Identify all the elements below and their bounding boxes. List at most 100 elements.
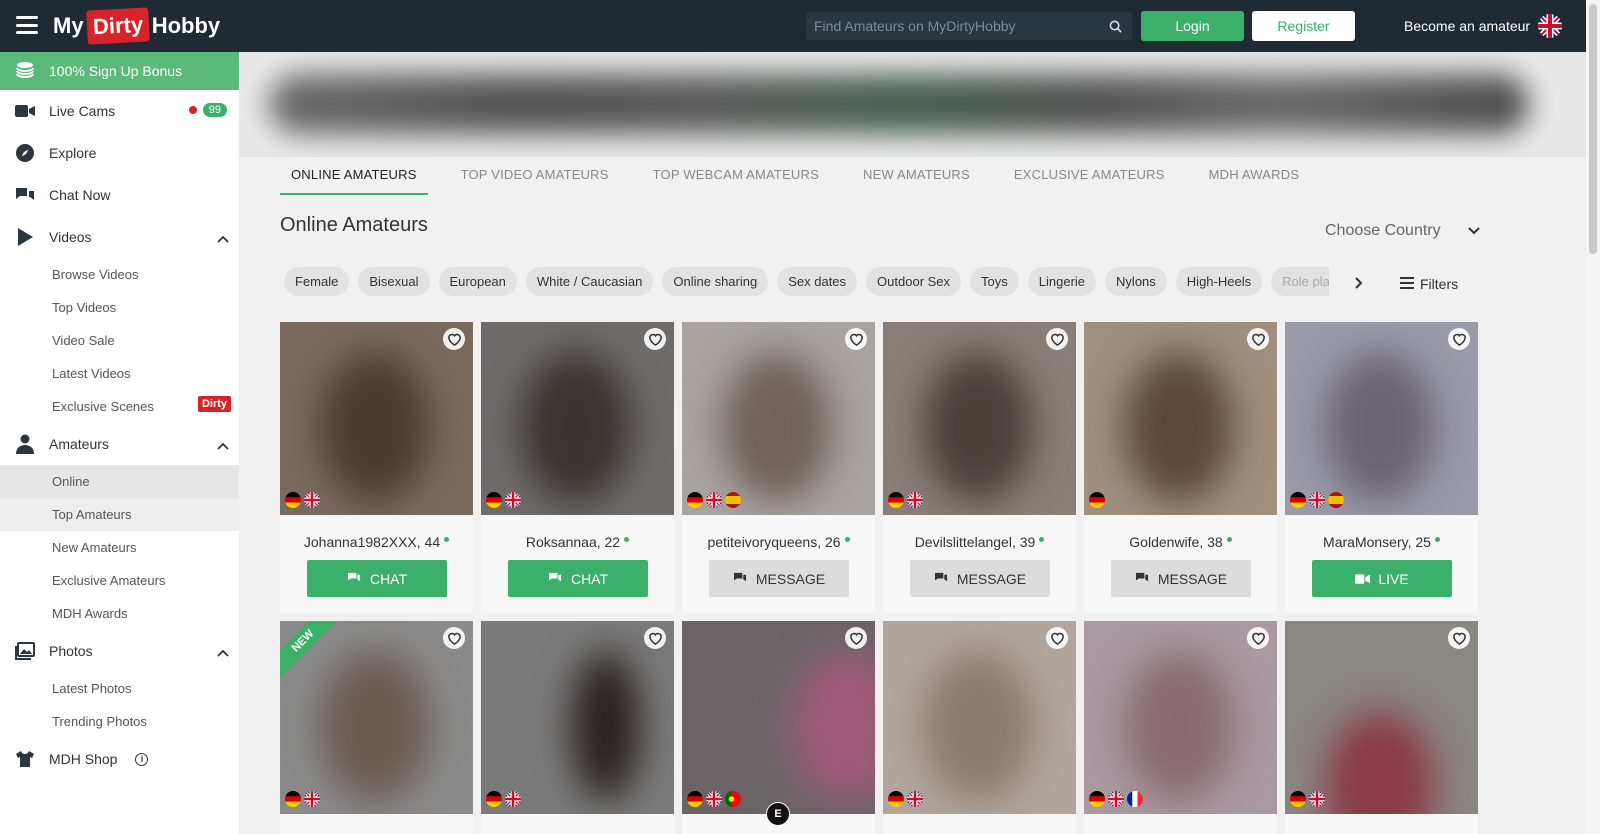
scrollbar-thumb[interactable] [1589,4,1597,254]
chip-bisexual[interactable]: Bisexual [358,267,430,296]
heart-icon[interactable] [1247,627,1269,649]
amateur-photo[interactable] [1084,322,1277,515]
message-button[interactable]: MESSAGE [1111,560,1251,597]
amateur-photo[interactable] [1285,621,1478,814]
sidebar-sub-exclusive-scenes[interactable]: Exclusive Scenes Dirty [0,390,239,423]
tab-mdh-awards[interactable]: MDH AWARDS [1198,162,1311,195]
amateur-card[interactable] [1285,621,1478,834]
chat-button[interactable]: CHAT [307,560,447,597]
heart-icon[interactable] [644,627,666,649]
tab-top-webcam-amateurs[interactable]: TOP WEBCAM AMATEURS [642,162,830,195]
amateur-card[interactable] [481,621,674,834]
amateur-name[interactable]: MaraMonsery, 25 [1285,534,1478,550]
chip-toys[interactable]: Toys [970,267,1019,296]
chevron-up-icon[interactable] [217,437,229,453]
amateur-card[interactable]: NEW [280,621,473,834]
chip-outdoor-sex[interactable]: Outdoor Sex [866,267,962,296]
tab-exclusive-amateurs[interactable]: EXCLUSIVE AMATEURS [1003,162,1176,195]
amateur-card[interactable]: Johanna1982XXX, 44 CHAT [280,322,473,613]
chevron-right-icon[interactable] [1355,276,1363,294]
amateur-card[interactable]: Roksannaa, 22 CHAT [481,322,674,613]
country-select[interactable]: Choose Country [1325,222,1480,240]
live-button[interactable]: LIVE [1312,560,1452,597]
chip-sex-dates[interactable]: Sex dates [777,267,858,296]
chip-female[interactable]: Female [284,267,350,296]
chip-white-caucasian[interactable]: White / Caucasian [525,267,654,296]
heart-icon[interactable] [1046,627,1068,649]
heart-icon[interactable] [845,627,867,649]
sidebar-sub-latest-photos[interactable]: Latest Photos [0,672,239,705]
sidebar-sub-latest-videos[interactable]: Latest Videos [0,357,239,390]
amateur-name[interactable]: petiteivoryqueens, 26 [682,534,875,550]
message-button[interactable]: MESSAGE [910,560,1050,597]
sidebar-sub-exclusive-amateurs[interactable]: Exclusive Amateurs [0,564,239,597]
chevron-up-icon[interactable] [217,230,229,246]
amateur-photo[interactable] [481,621,674,814]
info-icon[interactable]: i [135,752,149,766]
hero-banner[interactable] [239,52,1586,157]
heart-icon[interactable] [1448,328,1470,350]
amateur-photo[interactable] [1084,621,1277,814]
sidebar-item-chat-now[interactable]: Chat Now [0,174,239,216]
amateur-card[interactable] [883,621,1076,834]
chip-online-sharing[interactable]: Online sharing [662,267,769,296]
sidebar-item-videos[interactable]: Videos [0,216,239,258]
search-input[interactable] [806,12,1098,40]
sidebar-item-explore[interactable]: Explore [0,132,239,174]
tab-online-amateurs[interactable]: ONLINE AMATEURS [280,162,428,195]
sidebar-sub-video-sale[interactable]: Video Sale [0,324,239,357]
site-logo[interactable]: My Dirty Hobby [53,6,220,46]
heart-icon[interactable] [443,328,465,350]
heart-icon[interactable] [845,328,867,350]
chat-button[interactable]: CHAT [508,560,648,597]
sidebar-sub-top-videos[interactable]: Top Videos [0,291,239,324]
amateur-name[interactable]: Goldenwife, 38 [1084,534,1277,550]
amateur-card[interactable]: MaraMonsery, 25 LIVE [1285,322,1478,613]
sidebar-item-live-cams[interactable]: Live Cams 99 [0,90,239,132]
amateur-name[interactable]: Johanna1982XXX, 44 [280,534,473,550]
heart-icon[interactable] [1247,328,1269,350]
uk-flag-icon[interactable] [1538,14,1563,38]
heart-icon[interactable] [1046,328,1068,350]
become-amateur-link[interactable]: Become an amateur [1404,14,1563,38]
page-scrollbar[interactable] [1586,0,1600,834]
amateur-card[interactable]: E [682,621,875,834]
tab-new-amateurs[interactable]: NEW AMATEURS [852,162,981,195]
tab-top-video-amateurs[interactable]: TOP VIDEO AMATEURS [450,162,620,195]
sidebar-sub-top-amateurs[interactable]: Top Amateurs [0,498,239,531]
sidebar-item-photos[interactable]: Photos [0,630,239,672]
amateur-photo[interactable] [481,322,674,515]
amateur-card[interactable]: petiteivoryqueens, 26 MESSAGE [682,322,875,613]
amateur-photo[interactable] [682,621,875,814]
amateur-card[interactable] [1084,621,1277,834]
hamburger-menu-icon[interactable] [16,16,38,34]
chevron-up-icon[interactable] [217,644,229,660]
chip-role-play[interactable]: Role play [1271,267,1329,296]
filters-button[interactable]: Filters [1400,276,1458,292]
amateur-photo[interactable] [1285,322,1478,515]
search-icon[interactable] [1098,20,1132,33]
amateur-photo[interactable] [883,322,1076,515]
sidebar-sub-browse-videos[interactable]: Browse Videos [0,258,239,291]
amateur-photo[interactable] [682,322,875,515]
sidebar-sub-trending-photos[interactable]: Trending Photos [0,705,239,738]
sidebar-sub-online[interactable]: Online [0,465,239,498]
heart-icon[interactable] [1448,627,1470,649]
login-button[interactable]: Login [1141,11,1244,41]
heart-icon[interactable] [443,627,465,649]
amateur-photo[interactable] [280,322,473,515]
sidebar-item-amateurs[interactable]: Amateurs [0,423,239,465]
heart-icon[interactable] [644,328,666,350]
sidebar-sub-new-amateurs[interactable]: New Amateurs [0,531,239,564]
sidebar-item-mdh-shop[interactable]: MDH Shop i [0,738,239,780]
message-button[interactable]: MESSAGE [709,560,849,597]
amateur-card[interactable]: Goldenwife, 38 MESSAGE [1084,322,1277,613]
chip-lingerie[interactable]: Lingerie [1027,267,1097,296]
amateur-photo[interactable] [280,621,473,814]
chip-high-heels[interactable]: High-Heels [1175,267,1263,296]
amateur-photo[interactable] [883,621,1076,814]
signup-bonus-banner[interactable]: 100% Sign Up Bonus [0,52,239,90]
amateur-card[interactable]: Devilslittelangel, 39 MESSAGE [883,322,1076,613]
amateur-name[interactable]: Roksannaa, 22 [481,534,674,550]
amateur-name[interactable]: Devilslittelangel, 39 [883,534,1076,550]
